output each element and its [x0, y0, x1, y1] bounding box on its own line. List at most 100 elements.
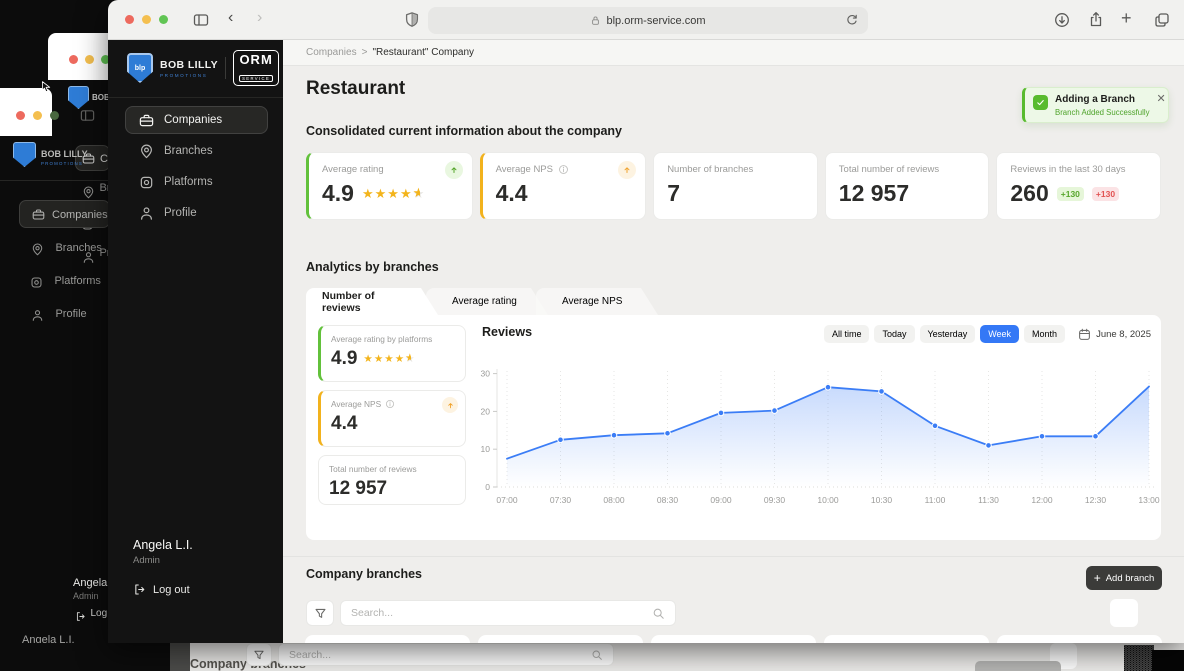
svg-text:12:30: 12:30 — [1085, 495, 1107, 505]
bg-list-view-button[interactable] — [1082, 648, 1097, 665]
filter-yesterday[interactable]: Yesterday — [919, 325, 976, 343]
bg-minimize-button[interactable] — [85, 55, 94, 64]
address-bar[interactable]: blp.orm-service.com — [428, 7, 868, 34]
glitch-artifact — [1124, 645, 1154, 671]
logout-icon — [133, 583, 146, 596]
analytics-heading: Analytics by branches — [306, 260, 439, 274]
branches-search-input[interactable] — [351, 607, 644, 619]
chart-title: Reviews — [482, 325, 533, 339]
branch-card[interactable] — [305, 635, 470, 643]
downloads-icon[interactable] — [1054, 12, 1070, 28]
url-text: blp.orm-service.com — [606, 14, 706, 27]
mouse-cursor-icon — [40, 80, 53, 93]
panel-card-average-rating: Average rating by platforms 4.9 ★★★★★ ★ — [318, 325, 466, 382]
calendar-icon — [1078, 328, 1091, 341]
app-sidebar: blp BOB LILLY PROMOTIONS ORM SERVICE Com… — [108, 40, 283, 643]
branch-card[interactable] — [651, 635, 816, 643]
branch-card[interactable] — [997, 635, 1162, 643]
close-button[interactable] — [125, 15, 134, 24]
divider — [225, 57, 227, 79]
svg-text:20: 20 — [481, 406, 491, 416]
new-tab-icon[interactable]: + — [1121, 8, 1132, 29]
filter-today[interactable]: Today — [874, 325, 915, 343]
tab-overview-icon[interactable] — [1154, 12, 1170, 28]
bg-close-button[interactable] — [69, 55, 78, 64]
bg-close-button[interactable] — [16, 111, 25, 120]
svg-text:07:30: 07:30 — [550, 495, 572, 505]
time-filters: All time Today Yesterday Week Month June… — [823, 325, 1151, 343]
bg-menu-item-profile: Profile — [31, 307, 87, 325]
bg-search-input[interactable] — [289, 648, 583, 661]
branches-search-field[interactable] — [340, 600, 676, 626]
toast-close-icon[interactable]: ✕ — [1156, 94, 1165, 105]
filter-month[interactable]: Month — [1024, 325, 1066, 343]
bg-user-name: Angela L.I. — [73, 577, 110, 589]
card-average-rating: Average rating 4.9 ★★★★★ ★ — [306, 152, 473, 220]
bg-search-field[interactable] — [278, 643, 614, 666]
sidebar-item-platforms[interactable]: Platforms — [125, 168, 268, 196]
info-icon[interactable] — [558, 164, 569, 175]
bg-window-b-titlebar[interactable] — [48, 33, 110, 80]
svg-text:0: 0 — [485, 482, 490, 492]
forward-button[interactable]: › — [257, 9, 262, 27]
privacy-shield-icon[interactable] — [404, 10, 420, 29]
browser-toolbar: ‹ › blp.orm-service.com + — [108, 0, 1184, 40]
filter-icon — [314, 607, 327, 620]
sidebar-item-profile[interactable]: Profile — [125, 199, 268, 227]
panel-card-average-nps: Average NPS 4.4 — [318, 390, 466, 447]
analytics-tabs: Number of reviews Average rating Average… — [306, 288, 646, 315]
grid-view-button[interactable] — [1110, 599, 1138, 627]
breadcrumb-root[interactable]: Companies — [306, 47, 357, 58]
svg-text:09:00: 09:00 — [710, 495, 732, 505]
sidebar-item-companies[interactable]: Companies — [125, 106, 268, 134]
list-view-button[interactable] — [1144, 605, 1159, 622]
svg-text:10: 10 — [481, 444, 491, 454]
bg-brand-name: BOB LILLY — [41, 149, 88, 159]
sidebar-toggle-icon[interactable] — [192, 12, 210, 28]
screen: BOB LILLY Companies Branches Platforms P… — [0, 0, 1184, 671]
logout-button[interactable]: Log out — [133, 583, 193, 596]
star-rating: ★★★★★ ★ — [363, 352, 416, 365]
share-icon[interactable] — [1088, 11, 1104, 28]
bg-strip — [0, 643, 170, 671]
branch-card[interactable] — [478, 635, 643, 643]
glitch-artifact — [1152, 650, 1184, 671]
card-total-reviews: Total number of reviews 12 957 — [824, 152, 990, 220]
bg-menu-item-platforms: Platforms — [30, 274, 101, 292]
refresh-icon[interactable] — [845, 13, 859, 27]
bg-zoom-button-dim — [50, 111, 59, 120]
info-icon[interactable] — [385, 399, 395, 409]
tab-average-rating[interactable]: Average rating — [426, 288, 548, 315]
search-icon — [652, 607, 665, 620]
branches-heading: Company branches — [306, 567, 423, 581]
sidebar-item-branches[interactable]: Branches — [125, 137, 268, 165]
brand-name: BOB LILLY — [160, 58, 219, 71]
section-divider — [283, 556, 1184, 557]
date-picker[interactable]: June 8, 2025 — [1078, 328, 1151, 341]
svg-text:08:00: 08:00 — [603, 495, 625, 505]
branch-card[interactable] — [824, 635, 989, 643]
tab-average-nps[interactable]: Average NPS — [536, 288, 658, 315]
tab-number-of-reviews[interactable]: Number of reviews — [306, 288, 438, 315]
bg-minimize-button[interactable] — [33, 111, 42, 120]
bg-strip-fragment — [170, 643, 190, 671]
bg-menu-item: Branches — [82, 182, 109, 202]
lock-icon — [590, 15, 601, 26]
bg-user-role: Admin — [73, 591, 99, 601]
card-number-of-branches: Number of branches 7 — [653, 152, 818, 220]
filter-button[interactable] — [306, 600, 334, 626]
back-button[interactable]: ‹ — [228, 9, 233, 27]
divider — [108, 97, 283, 98]
breadcrumb-separator: > — [361, 47, 368, 58]
user-block: Angela L.I. Admin Log out — [133, 538, 193, 596]
filter-all-time[interactable]: All time — [823, 325, 870, 343]
positive-badge: +130 — [1056, 186, 1084, 201]
bg-filter-button[interactable] — [246, 643, 272, 666]
zoom-button[interactable] — [159, 15, 168, 24]
bg-window-c-titlebar[interactable] — [0, 88, 52, 136]
summary-heading: Consolidated current information about t… — [306, 124, 622, 138]
filter-week[interactable]: Week — [980, 325, 1020, 343]
summary-cards: Average rating 4.9 ★★★★★ ★ Average NPS 4.4… — [306, 152, 1161, 220]
minimize-button[interactable] — [142, 15, 151, 24]
add-branch-button[interactable]: + Add branch — [1086, 566, 1162, 590]
